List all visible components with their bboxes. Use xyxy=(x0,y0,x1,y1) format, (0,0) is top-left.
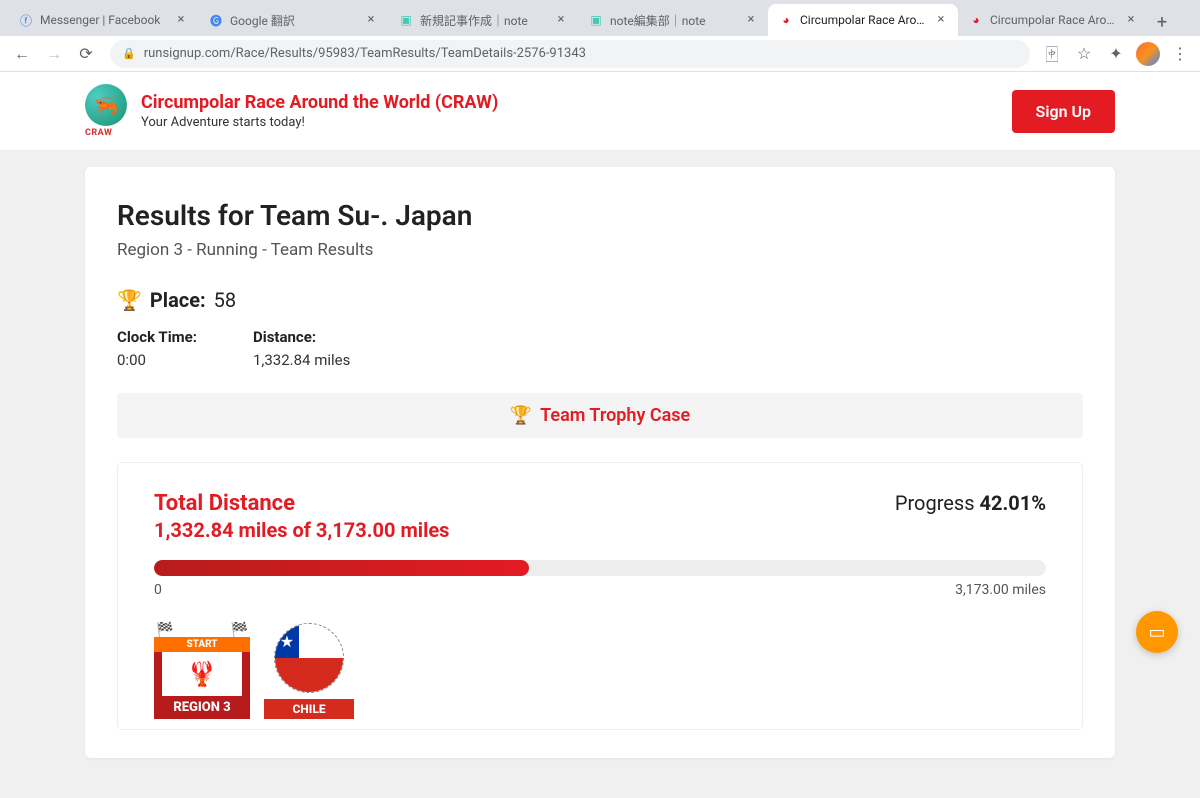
note-icon: ▣ xyxy=(588,12,604,28)
total-distance-value: 1,332.84 miles of 3,173.00 miles xyxy=(154,518,449,542)
runsignup-icon: ◕ xyxy=(968,12,984,28)
tab-title: 新規記事作成｜note xyxy=(420,12,548,29)
close-icon[interactable]: × xyxy=(934,13,948,27)
site-header: CRAW Circumpolar Race Around the World (… xyxy=(0,72,1200,151)
close-icon[interactable]: × xyxy=(364,13,378,27)
tab-runsignup-2[interactable]: ◕ Circumpolar Race Around × xyxy=(958,4,1148,36)
results-heading: Results for Team Su-. Japan xyxy=(117,199,1083,232)
place-row: 🏆 Place: 58 xyxy=(117,288,1083,312)
close-icon[interactable]: × xyxy=(554,13,568,27)
checkered-flag-icon: 🏁 xyxy=(231,622,248,638)
checkered-flag-icon: 🏁 xyxy=(156,622,173,638)
progress-bar xyxy=(154,560,1046,576)
trophy-case-label: Team Trophy Case xyxy=(540,405,690,426)
tab-runsignup-active[interactable]: ◕ Circumpolar Race Around × xyxy=(768,4,958,36)
runsignup-icon: ◕ xyxy=(778,12,794,28)
progress-card: Total Distance 1,332.84 miles of 3,173.0… xyxy=(117,462,1083,730)
translate-icon: 🅖 xyxy=(208,12,224,28)
bookmark-star-icon[interactable]: ☆ xyxy=(1072,42,1096,66)
facebook-icon: ⓕ xyxy=(18,12,34,28)
menu-kebab-icon[interactable]: ⋮ xyxy=(1168,42,1192,66)
close-icon[interactable]: × xyxy=(174,13,188,27)
back-button[interactable]: ← xyxy=(8,40,36,68)
note-icon: ▣ xyxy=(398,12,414,28)
forward-button[interactable]: → xyxy=(40,40,68,68)
progress-scale: 0 3,173.00 miles xyxy=(154,582,1046,598)
lock-icon: 🔒 xyxy=(122,47,136,60)
progress-label: Progress xyxy=(895,491,975,515)
total-distance-label: Total Distance xyxy=(154,491,449,516)
tab-title: Messenger | Facebook xyxy=(40,13,168,27)
brand[interactable]: CRAW Circumpolar Race Around the World (… xyxy=(85,84,498,138)
help-fab-button[interactable]: ▭ xyxy=(1136,611,1178,653)
scale-start: 0 xyxy=(154,582,162,598)
clock-time-value: 0:00 xyxy=(117,351,146,369)
tab-messenger[interactable]: ⓕ Messenger | Facebook × xyxy=(8,4,198,36)
tab-note-editors[interactable]: ▣ note編集部｜note × xyxy=(578,4,768,36)
browser-tab-strip: ⓕ Messenger | Facebook × 🅖 Google 翻訳 × ▣… xyxy=(0,0,1200,36)
tab-google-translate[interactable]: 🅖 Google 翻訳 × xyxy=(198,4,388,36)
results-subheading: Region 3 - Running - Team Results xyxy=(117,240,1083,260)
scale-end: 3,173.00 miles xyxy=(955,582,1046,598)
tab-note-new[interactable]: ▣ 新規記事作成｜note × xyxy=(388,4,578,36)
chat-icon: ▭ xyxy=(1148,622,1165,643)
new-tab-button[interactable]: + xyxy=(1148,8,1176,36)
chile-badge[interactable]: ★ CHILE xyxy=(264,623,354,719)
tab-title: note編集部｜note xyxy=(610,12,738,29)
chile-flag-icon: ★ xyxy=(274,623,344,693)
progress-bar-fill xyxy=(154,560,529,576)
stats-row: Clock Time: 0:00 Distance: 1,332.84 mile… xyxy=(117,328,1083,369)
start-banner: START xyxy=(154,637,250,652)
profile-avatar[interactable] xyxy=(1136,42,1160,66)
results-card: Results for Team Su-. Japan Region 3 - R… xyxy=(85,167,1115,758)
close-icon[interactable]: × xyxy=(744,13,758,27)
url-text: runsignup.com/Race/Results/95983/TeamRes… xyxy=(144,46,586,61)
progress-pct-value: 42.01% xyxy=(980,491,1046,515)
translate-toolbar-icon[interactable]: 🀄︎ xyxy=(1040,42,1064,66)
lobster-icon: 🦞 xyxy=(187,660,217,688)
region-badges: 🏁 🏁 START 🦞 REGION 3 ★ CHILE xyxy=(154,622,1046,729)
site-title: Circumpolar Race Around the World (CRAW) xyxy=(141,92,498,113)
tab-title: Circumpolar Race Around xyxy=(990,13,1118,27)
brand-logo-icon xyxy=(85,84,127,126)
sign-up-button[interactable]: Sign Up xyxy=(1012,90,1115,133)
close-icon[interactable]: × xyxy=(1124,13,1138,27)
progress-percentage: Progress 42.01% xyxy=(895,491,1046,515)
region3-label: REGION 3 xyxy=(154,696,250,719)
distance-label: Distance: xyxy=(253,328,350,346)
extensions-puzzle-icon[interactable]: ✦ xyxy=(1104,42,1128,66)
region3-badge[interactable]: 🏁 🏁 START 🦞 REGION 3 xyxy=(154,622,250,719)
clock-time-label: Clock Time: xyxy=(117,328,197,346)
team-trophy-case-button[interactable]: 🏆 Team Trophy Case xyxy=(117,393,1083,438)
address-bar[interactable]: 🔒 runsignup.com/Race/Results/95983/TeamR… xyxy=(110,40,1030,68)
brand-logo-caption: CRAW xyxy=(85,128,127,138)
place-label: Place: xyxy=(150,288,206,312)
distance-value: 1,332.84 miles xyxy=(253,351,350,369)
site-tagline: Your Adventure starts today! xyxy=(141,115,498,130)
reload-button[interactable]: ⟳ xyxy=(72,40,100,68)
trophy-icon: 🏆 xyxy=(510,405,532,426)
place-value: 58 xyxy=(214,288,236,312)
tab-title: Circumpolar Race Around xyxy=(800,13,928,27)
chile-label: CHILE xyxy=(264,699,354,719)
browser-toolbar: ← → ⟳ 🔒 runsignup.com/Race/Results/95983… xyxy=(0,36,1200,72)
trophy-icon: 🏆 xyxy=(117,288,142,312)
tab-title: Google 翻訳 xyxy=(230,12,358,29)
